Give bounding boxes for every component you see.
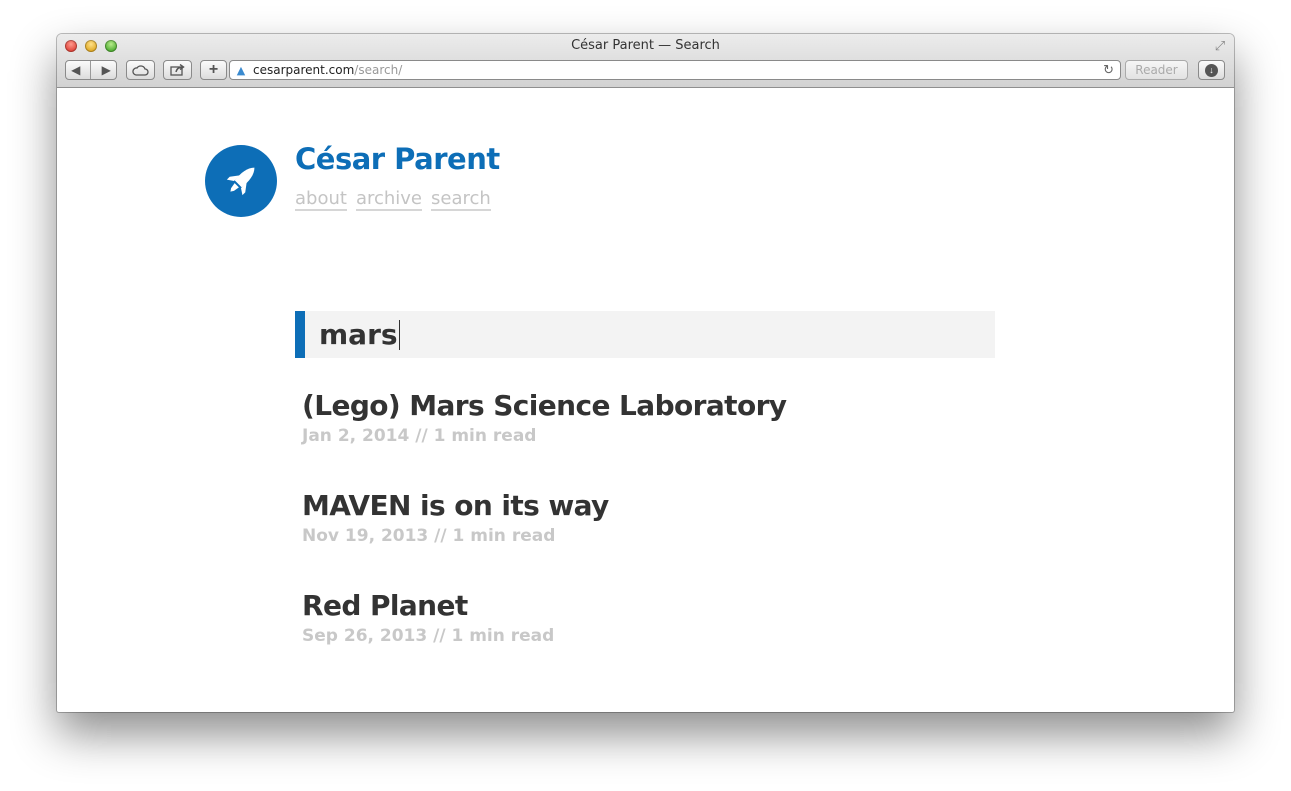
window-title: César Parent — Search xyxy=(571,38,720,53)
search-results: (Lego) Mars Science Laboratory Jan 2, 20… xyxy=(302,388,787,688)
button-divider xyxy=(90,61,92,79)
share-icon xyxy=(169,64,185,76)
result-title-link[interactable]: Red Planet xyxy=(302,588,786,624)
result-item: (Lego) Mars Science Laboratory Jan 2, 20… xyxy=(302,388,787,488)
forward-arrow-icon[interactable]: ▶ xyxy=(102,63,111,77)
downloads-button[interactable]: ↓ xyxy=(1198,60,1225,80)
page-content: César Parent about archive search mars (… xyxy=(57,88,1234,712)
search-query: mars xyxy=(319,318,398,351)
site-logo[interactable] xyxy=(205,145,277,217)
result-meta: Nov 19, 2013 // 1 min read xyxy=(302,526,556,546)
address-bar[interactable]: ▲ cesarparent.com/search/ ↻ xyxy=(229,60,1121,80)
reload-icon[interactable]: ↻ xyxy=(1103,63,1114,78)
share-button[interactable] xyxy=(163,60,192,80)
result-item: Red Planet Sep 26, 2013 // 1 min read xyxy=(302,588,786,688)
result-title-link[interactable]: MAVEN is on its way xyxy=(302,488,786,524)
browser-window: César Parent — Search ⤢ ◀ ▶ + ▲ cesarpar… xyxy=(57,34,1234,712)
back-arrow-icon[interactable]: ◀ xyxy=(71,63,80,77)
rocket-icon xyxy=(226,167,255,196)
result-meta: Sep 26, 2013 // 1 min read xyxy=(302,626,555,646)
back-forward-buttons: ◀ ▶ xyxy=(65,60,117,80)
search-input[interactable]: mars xyxy=(295,311,995,358)
site-nav: about archive search xyxy=(295,188,500,211)
nav-link-archive[interactable]: archive xyxy=(355,188,423,211)
nav-link-about[interactable]: about xyxy=(295,188,347,211)
fullscreen-icon[interactable]: ⤢ xyxy=(1212,38,1228,54)
result-item: MAVEN is on its way Nov 19, 2013 // 1 mi… xyxy=(302,488,786,588)
browser-toolbar: César Parent — Search ⤢ ◀ ▶ + ▲ cesarpar… xyxy=(57,34,1234,88)
result-meta: Jan 2, 2014 // 1 min read xyxy=(302,426,537,446)
icloud-tabs-button[interactable] xyxy=(126,60,155,80)
reader-button[interactable]: Reader xyxy=(1125,60,1188,80)
site-title[interactable]: César Parent xyxy=(295,142,500,176)
cloud-icon xyxy=(132,64,149,76)
text-caret xyxy=(398,319,400,350)
site-favicon-icon: ▲ xyxy=(236,63,246,77)
nav-link-search[interactable]: search xyxy=(431,188,491,211)
download-icon: ↓ xyxy=(1205,63,1218,77)
result-title-link[interactable]: (Lego) Mars Science Laboratory xyxy=(302,388,787,424)
url-domain: cesarparent.com xyxy=(253,63,355,77)
url-path: /search/ xyxy=(354,63,403,77)
plus-icon[interactable]: + xyxy=(200,60,227,80)
